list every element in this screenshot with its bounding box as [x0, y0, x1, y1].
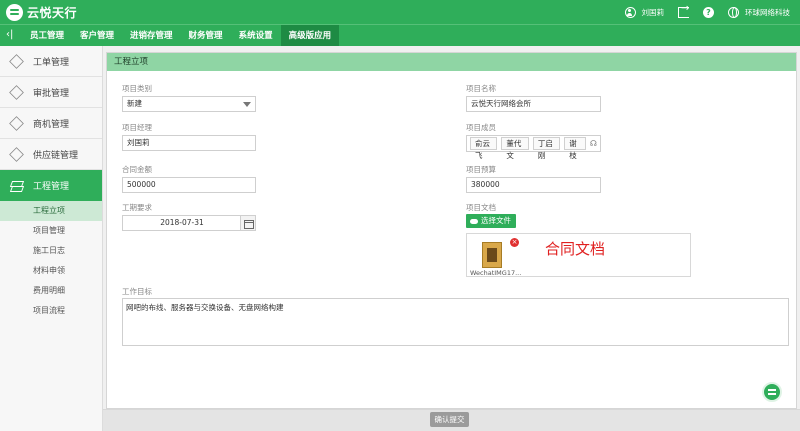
sidebar-subitem-expense-details[interactable]: 费用明细 — [0, 281, 102, 301]
budget-label: 项目预算 — [466, 165, 496, 174]
goal-textarea[interactable]: 网吧的布线、服务器与交换设备、无盘网络构建 — [122, 298, 789, 346]
nav-item-advanced-apps[interactable]: 高级版应用 — [280, 25, 340, 47]
logout-icon[interactable] — [678, 3, 689, 18]
deadline-value: 2018-07-31 — [160, 218, 204, 227]
cube-icon — [9, 115, 24, 131]
chevron-left-icon[interactable]: ‹| — [6, 29, 13, 40]
contract-amount-input[interactable]: 500000 — [122, 177, 256, 193]
members-field[interactable]: 俞云飞 董代文 丁启刚 谢枝 ☊ — [466, 135, 601, 160]
member-tag[interactable]: 丁启刚 — [532, 137, 561, 160]
sidebar-subitem-project-management[interactable]: 项目管理 — [0, 221, 102, 241]
deadline-label: 工期要求 — [122, 203, 152, 212]
panel-title: 工程立项 — [107, 53, 796, 71]
sidebar-subitem-project-workflow[interactable]: 项目流程 — [0, 301, 102, 321]
file-name: WechatIMG17... — [470, 269, 522, 277]
nav-item-settings[interactable]: 系统设置 — [231, 25, 281, 47]
choose-file-button[interactable]: 选择文件 — [466, 214, 516, 228]
main-content: 工程立项 项目类别 新建 项目经理 刘国莉 合同金额 500000 工期要求 2… — [103, 46, 800, 431]
member-tag[interactable]: 董代文 — [501, 137, 529, 160]
sidebar-subitem-project-setup[interactable]: 工程立项 — [0, 201, 102, 221]
project-type-select[interactable]: 新建 — [122, 96, 256, 112]
top-bar: 云悦天行 刘国莉 ? 环球网络科技 — [0, 0, 800, 24]
calendar-icon[interactable] — [240, 215, 256, 231]
user-icon[interactable] — [624, 6, 636, 18]
remove-file-icon[interactable]: × — [510, 238, 519, 247]
project-name-input[interactable]: 云悦天行网络会所 — [466, 96, 601, 112]
nav-item-inventory[interactable]: 进销存管理 — [122, 25, 181, 47]
nav-menu: 员工管理 客户管理 进销存管理 财务管理 系统设置 高级版应用 — [22, 25, 340, 47]
sidebar-item-approvals[interactable]: 审批管理 — [0, 77, 102, 108]
contract-amount-label: 合同金额 — [122, 165, 152, 174]
sidebar-item-label: 供应链管理 — [33, 150, 79, 161]
budget-input[interactable]: 380000 — [466, 177, 601, 193]
cube-icon — [9, 53, 24, 69]
add-member-icon[interactable]: ☊ — [590, 137, 597, 151]
logo[interactable]: 云悦天行 — [6, 3, 77, 21]
top-right-controls: 刘国莉 ? 环球网络科技 — [624, 0, 790, 24]
cube-icon — [9, 84, 24, 100]
sidebar-item-supply-chain[interactable]: 供应链管理 — [0, 139, 102, 170]
member-tag[interactable]: 俞云飞 — [470, 137, 498, 160]
project-type-value: 新建 — [127, 99, 142, 108]
sidebar-item-label: 工单管理 — [33, 57, 70, 68]
manager-input[interactable]: 刘国莉 — [122, 135, 256, 151]
choose-file-label: 选择文件 — [481, 216, 511, 225]
sidebar-subitem-material-requests[interactable]: 材料申领 — [0, 261, 102, 281]
uploaded-files-area: × WechatIMG17... 合同文档 — [466, 233, 691, 277]
nav-item-customers[interactable]: 客户管理 — [72, 25, 122, 47]
cube-icon — [9, 146, 24, 162]
deadline-date-picker[interactable]: 2018-07-31 — [122, 215, 256, 231]
sidebar-item-label: 工程管理 — [33, 182, 70, 192]
footer-bar: 确认提交 — [103, 409, 800, 431]
organization-name: 环球网络科技 — [745, 7, 790, 17]
globe-icon — [728, 6, 739, 18]
chevron-down-icon — [243, 102, 251, 107]
sidebar-subitem-construction-log[interactable]: 施工日志 — [0, 241, 102, 261]
logo-icon — [6, 3, 23, 21]
goal-label: 工作目标 — [122, 287, 152, 296]
project-name-label: 项目名称 — [466, 84, 496, 93]
submit-button[interactable]: 确认提交 — [430, 412, 469, 427]
file-thumbnail[interactable] — [482, 242, 502, 268]
sidebar-item-label: 商机管理 — [33, 119, 70, 130]
members-label: 项目成员 — [466, 123, 496, 132]
current-user-name[interactable]: 刘国莉 — [642, 7, 665, 18]
sidebar-item-projects[interactable]: 工程管理 — [0, 170, 102, 201]
logo-text: 云悦天行 — [27, 5, 78, 20]
main-nav: ‹| 员工管理 客户管理 进销存管理 财务管理 系统设置 高级版应用 — [0, 24, 800, 47]
member-tag[interactable]: 谢枝 — [564, 137, 586, 160]
file-annotation: 合同文档 — [545, 240, 606, 258]
floating-logo-icon[interactable] — [762, 382, 782, 402]
nav-item-finance[interactable]: 财务管理 — [181, 25, 231, 47]
sidebar: 工单管理 审批管理 商机管理 供应链管理 工程管理 工程立项 项目管理 施工日志… — [0, 46, 103, 431]
sidebar-item-opportunities[interactable]: 商机管理 — [0, 108, 102, 139]
sidebar-item-work-orders[interactable]: 工单管理 — [0, 46, 102, 77]
project-type-label: 项目类别 — [122, 84, 152, 93]
help-icon[interactable]: ? — [703, 6, 714, 18]
project-setup-panel: 工程立项 项目类别 新建 项目经理 刘国莉 合同金额 500000 工期要求 2… — [106, 52, 797, 409]
nav-item-staff[interactable]: 员工管理 — [22, 25, 72, 47]
manager-label: 项目经理 — [122, 123, 152, 132]
layers-icon — [10, 179, 23, 192]
cloud-upload-icon — [470, 218, 478, 224]
documents-label: 项目文档 — [466, 203, 496, 212]
sidebar-item-label: 审批管理 — [33, 88, 70, 99]
